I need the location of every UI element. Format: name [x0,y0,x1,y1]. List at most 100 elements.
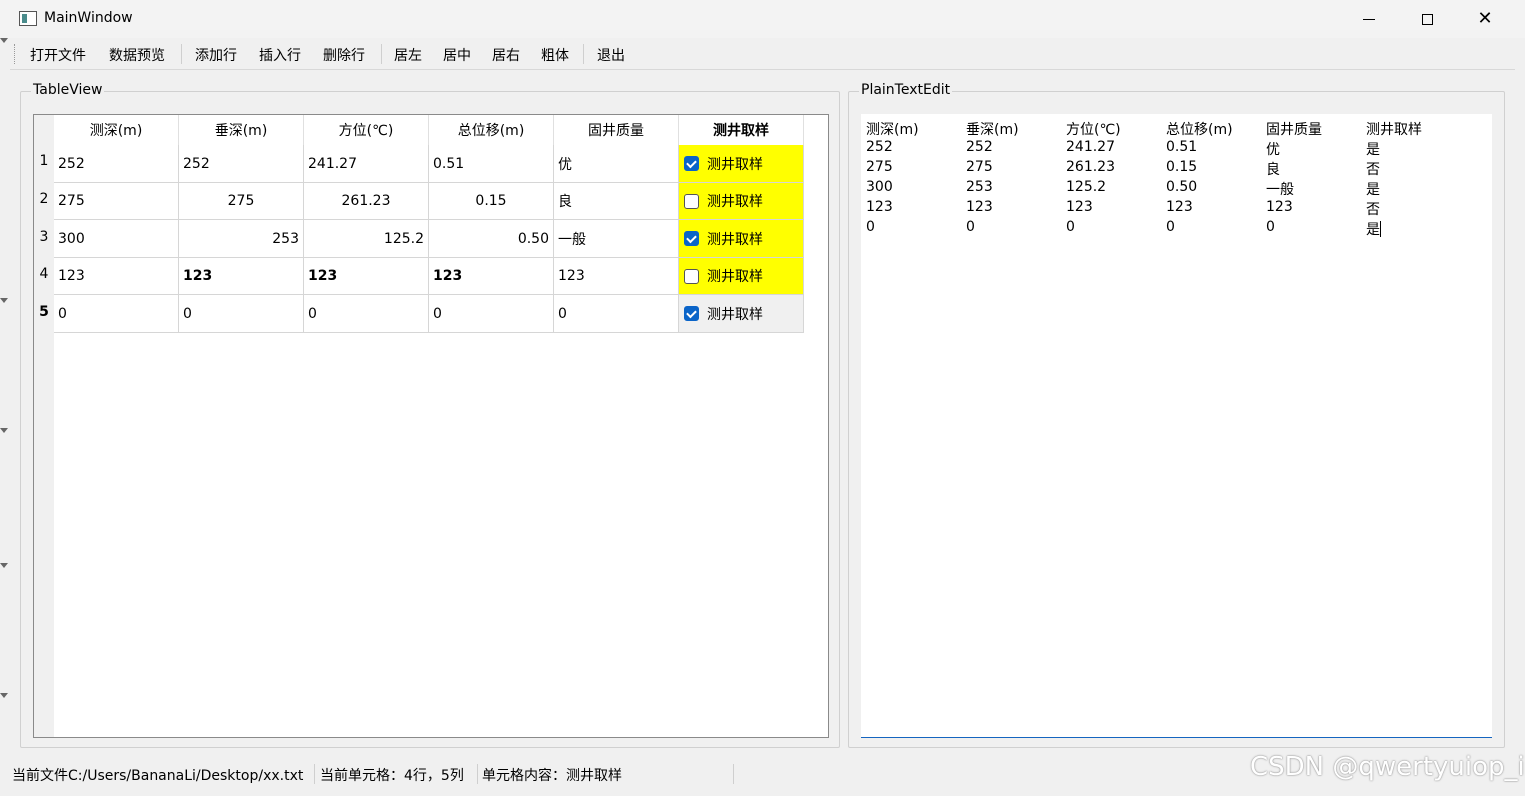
row-header-cell[interactable]: 2 [34,191,54,207]
checkbox-unchecked[interactable] [684,193,699,209]
text-token: 垂深(m) [966,122,1019,138]
window-title: MainWindow [44,10,133,26]
align-left-button[interactable]: 居左 [394,45,422,65]
table-cell[interactable]: 一般 [554,220,679,258]
table-cell[interactable]: 0.51 [429,145,554,183]
checkbox-label: 测井取样 [707,306,763,323]
text-token: 123 [866,199,893,215]
edge-marker [0,693,8,698]
text-token: 固井质量 [1266,122,1322,138]
checkbox-label: 测井取样 [707,231,763,248]
text-token: 123 [1266,199,1293,215]
row-header-cell[interactable]: 1 [34,153,54,169]
checkbox-checked[interactable] [684,306,699,321]
table-cell[interactable]: 良 [554,183,679,220]
close-button[interactable]: ✕ [1456,0,1514,38]
table-cell[interactable]: 123 [554,258,679,295]
table-cell[interactable]: 123 [429,258,554,295]
preview-button[interactable]: 数据预览 [109,45,165,65]
table-cell[interactable]: 253 [179,220,304,258]
column-header[interactable]: 垂深(m) [179,115,304,145]
text-token: 0.15 [1166,159,1198,175]
checkbox-cell[interactable]: 测井取样 [679,220,804,258]
text-token: 300 [866,179,893,195]
edge-marker [0,563,8,568]
table-cell[interactable]: 0 [179,295,304,333]
table-cell[interactable]: 261.23 [304,183,429,220]
table-cell[interactable]: 123 [54,258,179,295]
plain-text-edit[interactable]: 测深(m) 垂深(m) 方位(℃) 总位移(m) 固井质量 测井取样 252 2… [861,114,1492,738]
text-token: 0 [966,219,975,235]
delete-row-button[interactable]: 删除行 [323,45,365,65]
title-bar: MainWindow ✕ [0,0,1525,38]
table-cell[interactable]: 0 [54,295,179,333]
text-token: 123 [1166,199,1193,215]
minimize-button[interactable] [1340,0,1398,38]
checkbox-checked[interactable] [684,231,699,246]
text-token: 0 [1166,219,1175,235]
table-cell[interactable]: 0 [304,295,429,333]
text-token: 241.27 [1066,139,1115,155]
text-token: 252 [866,139,893,155]
table-cell[interactable]: 252 [54,145,179,183]
status-separator [314,764,315,784]
text-token-last: 是 [1366,219,1381,239]
table-cell[interactable]: 275 [179,183,304,220]
row-header-cell-current[interactable]: 5 [34,304,54,320]
tableview-group-title: TableView [31,82,105,98]
bold-button[interactable]: 粗体 [541,45,569,65]
table-cell[interactable]: 优 [554,145,679,183]
edge-marker [0,428,8,433]
column-header[interactable]: 总位移(m) [429,115,554,145]
table-cell[interactable]: 275 [54,183,179,220]
checkbox-unchecked[interactable] [684,268,699,284]
close-icon: ✕ [1477,8,1493,29]
checkbox-cell-selected[interactable]: 测井取样 [679,295,804,333]
align-right-button[interactable]: 居右 [492,45,520,65]
checkbox-label: 测井取样 [707,194,763,210]
column-header[interactable]: 测深(m) [54,115,179,145]
text-token: 总位移(m) [1166,122,1233,138]
insert-row-button[interactable]: 插入行 [259,45,301,65]
status-current-cell: 当前单元格：4行，5列 [320,768,464,784]
table-cell[interactable]: 241.27 [304,145,429,183]
table-view[interactable]: 1 2 3 4 5 测深(m) 垂深(m) 方位(℃) 总位移(m) 固井质量 … [33,114,829,738]
checkbox-cell[interactable]: 测井取样 [679,258,804,295]
table-cell[interactable]: 300 [54,220,179,258]
column-header[interactable]: 固井质量 [554,115,679,145]
toolbar-separator [583,44,584,64]
add-row-button[interactable]: 添加行 [195,45,237,65]
column-header-current[interactable]: 测井取样 [679,115,804,145]
toolbar-grip-handle[interactable] [14,44,16,64]
text-token: 优 [1266,142,1280,158]
row-header-cell[interactable]: 4 [34,266,54,282]
column-header[interactable]: 方位(℃) [304,115,429,145]
plaintextedit-group-title: PlainTextEdit [859,82,953,98]
exit-button[interactable]: 退出 [597,45,625,65]
table-cell[interactable]: 125.2 [304,220,429,258]
open-file-button[interactable]: 打开文件 [30,45,86,65]
table-cell[interactable]: 123 [304,258,429,295]
table-cell[interactable]: 0.15 [429,183,554,220]
text-token: 良 [1266,162,1280,178]
text-token: 0 [1066,219,1075,235]
align-center-button[interactable]: 居中 [443,45,471,65]
maximize-button[interactable] [1398,0,1456,38]
table-cell[interactable]: 0 [429,295,554,333]
text-token: 253 [966,179,993,195]
text-token: 275 [966,159,993,175]
left-edge [0,38,8,796]
table-cell[interactable]: 0.50 [429,220,554,258]
status-separator [477,764,478,784]
text-token: 123 [966,199,993,215]
text-token: 0 [866,219,875,235]
table-cell[interactable]: 123 [179,258,304,295]
table-cell[interactable]: 252 [179,145,304,183]
text-token: 一般 [1266,182,1294,198]
row-header-cell[interactable]: 3 [34,229,54,245]
checkbox-cell[interactable]: 测井取样 [679,183,804,220]
table-cell[interactable]: 0 [554,295,679,333]
checkbox-cell[interactable]: 测井取样 [679,145,804,183]
checkbox-checked[interactable] [684,156,699,171]
text-token: 是 [1366,142,1380,158]
